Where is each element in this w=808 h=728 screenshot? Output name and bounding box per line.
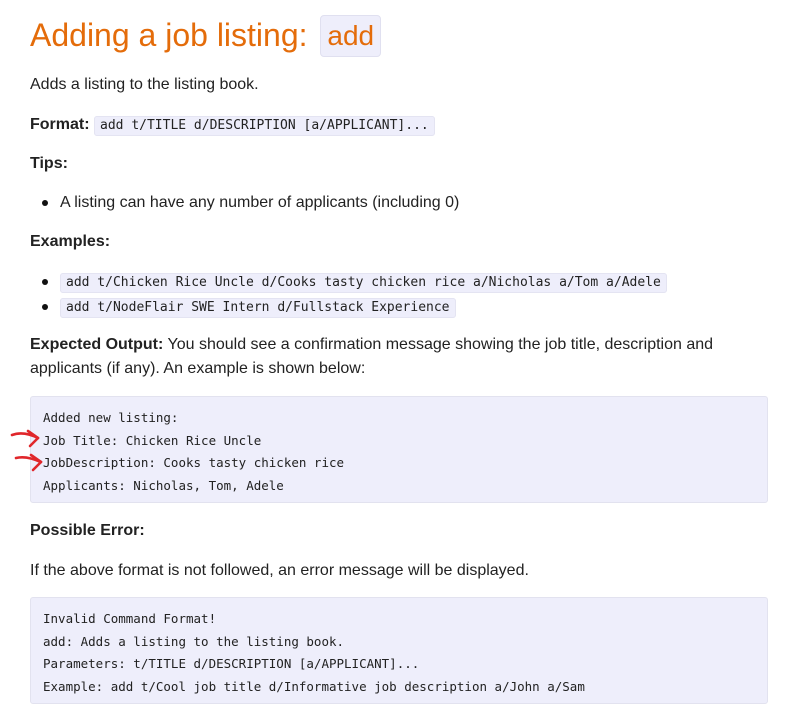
error-codeblock: Invalid Command Format! add: Adds a listi… xyxy=(30,597,768,704)
expected-output-label: Expected Output: xyxy=(30,336,164,353)
expected-output-desc-1: You should see a confirmation message sh… xyxy=(163,336,714,353)
format-code: add t/TITLE d/DESCRIPTION [a/APPLICANT].… xyxy=(94,116,435,136)
page-title: Adding a job listing: add xyxy=(30,13,382,57)
bullet-icon xyxy=(42,279,48,285)
expected-output-codeblock: Added new listing: Job Title: Chicken Ric… xyxy=(30,396,768,503)
bullet-icon xyxy=(42,304,48,310)
example-code: add t/Chicken Rice Uncle d/Cooks tasty c… xyxy=(60,273,667,293)
red-arrow-icon xyxy=(10,429,40,448)
code-line: Job Title: Chicken Rice Uncle xyxy=(43,432,262,448)
expected-output-text: Expected Output: You should see a confir… xyxy=(30,333,713,357)
possible-error-text: If the above format is not followed, an … xyxy=(30,562,529,579)
possible-error-label: Possible Error: xyxy=(30,522,145,539)
bullet-icon xyxy=(42,200,48,206)
list-item: add t/NodeFlair SWE Intern d/Fullstack E… xyxy=(30,295,667,320)
format-label: Format: xyxy=(30,116,90,133)
code-line: Parameters: t/TITLE d/DESCRIPTION [a/APP… xyxy=(43,656,420,671)
tip-text: A listing can have any number of applica… xyxy=(60,194,460,211)
page-title-code: add xyxy=(320,15,382,57)
intro-text: Adds a listing to the listing book. xyxy=(30,76,259,93)
tips-label: Tips: xyxy=(30,155,68,172)
code-line: Applicants: Nicholas, Tom, Adele xyxy=(43,477,284,493)
code-line: Added new listing: xyxy=(43,410,179,425)
page-title-text: Adding a job listing: xyxy=(30,17,308,53)
expected-output-text-2: applicants (if any). An example is shown… xyxy=(30,360,366,377)
examples-list: add t/Chicken Rice Uncle d/Cooks tasty c… xyxy=(30,270,667,320)
example-code: add t/NodeFlair SWE Intern d/Fullstack E… xyxy=(60,298,456,318)
tips-list: A listing can have any number of applica… xyxy=(30,191,459,215)
code-line: JobDescription: Cooks tasty chicken rice xyxy=(43,455,345,470)
examples-label: Examples: xyxy=(30,233,111,250)
code-line: Invalid Command Format! xyxy=(43,611,217,626)
red-arrow-icon xyxy=(14,453,43,472)
code-line: Example: add t/Cool job title d/Informat… xyxy=(43,678,585,694)
list-item: A listing can have any number of applica… xyxy=(30,191,459,215)
code-line: add: Adds a listing to the listing book. xyxy=(43,633,345,649)
list-item: add t/Chicken Rice Uncle d/Cooks tasty c… xyxy=(30,270,667,295)
format-line: Format: add t/TITLE d/DESCRIPTION [a/APP… xyxy=(30,113,435,138)
